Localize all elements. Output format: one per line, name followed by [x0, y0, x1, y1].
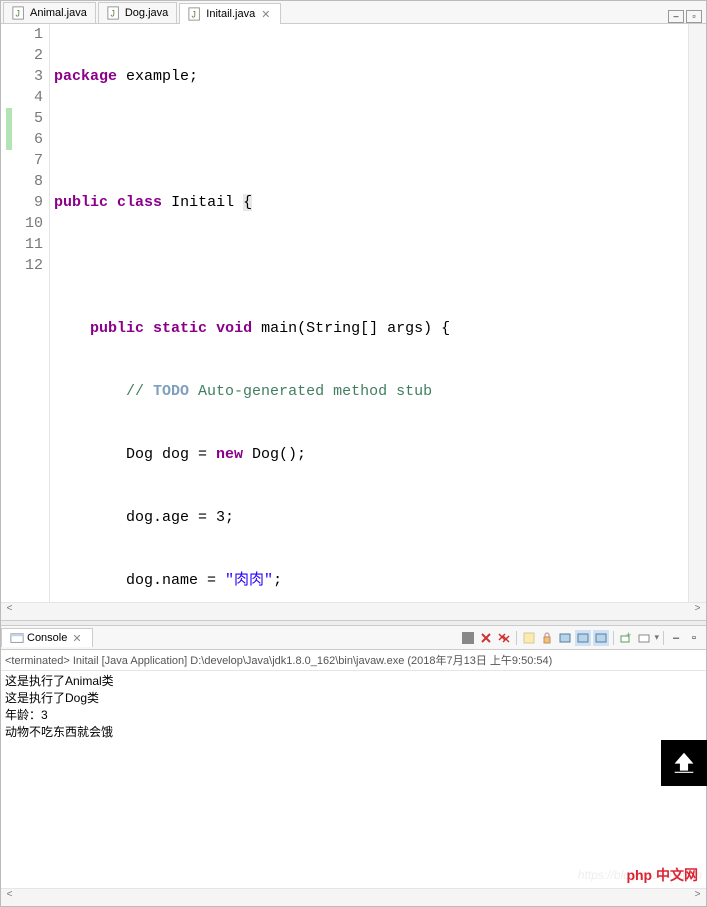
console-view: Console ✕ + ▾ – ▫ <terminated> Initail […	[1, 626, 706, 906]
arrow-up-icon	[670, 749, 698, 777]
editor-tab-bar: J Animal.java J Dog.java J Initail.java …	[1, 1, 706, 24]
console-output[interactable]: 这是执行了Animal类 这是执行了Dog类 年龄：3 动物不吃东西就会饿 ht…	[1, 671, 706, 888]
terminate-button[interactable]	[460, 630, 476, 646]
java-file-icon: J	[188, 7, 202, 21]
scroll-left-icon[interactable]: <	[1, 889, 18, 906]
line-number-gutter: 123 456 789 101112	[17, 24, 49, 602]
code-content[interactable]: package example; public class Initail { …	[50, 24, 688, 602]
scroll-right-icon[interactable]: >	[689, 603, 706, 620]
vertical-scrollbar[interactable]	[688, 24, 706, 602]
java-file-icon: J	[107, 6, 121, 20]
output-line: 动物不吃东西就会饿	[5, 724, 702, 741]
console-toolbar: + ▾ – ▫	[460, 630, 706, 646]
tab-animal-java[interactable]: J Animal.java	[3, 2, 96, 23]
code-editor[interactable]: 123 456 789 101112 package example; publ…	[1, 24, 688, 602]
horizontal-scrollbar[interactable]: < >	[1, 602, 706, 620]
console-title-label: Console	[27, 632, 67, 644]
display-selected-button[interactable]	[575, 630, 591, 646]
remove-all-button[interactable]	[496, 630, 512, 646]
process-info: <terminated> Initail [Java Application] …	[1, 650, 706, 671]
show-console-menu-button[interactable]	[636, 630, 652, 646]
tab-label: Animal.java	[30, 7, 87, 19]
output-line: 这是执行了Dog类	[5, 690, 702, 707]
maximize-button[interactable]: ▫	[686, 10, 702, 23]
marker-bar	[1, 24, 17, 602]
maximize-view-button[interactable]: ▫	[686, 630, 702, 646]
java-file-icon: J	[12, 6, 26, 20]
scroll-top-button[interactable]	[661, 740, 707, 786]
console-icon	[10, 631, 24, 645]
console-scrollbar[interactable]: < >	[1, 888, 706, 906]
open-console-button[interactable]	[593, 630, 609, 646]
svg-text:J: J	[192, 10, 196, 20]
tab-initail-java[interactable]: J Initail.java ✕	[179, 3, 281, 24]
output-line: 年龄：3	[5, 707, 702, 724]
editor-area: 123 456 789 101112 package example; publ…	[1, 24, 706, 620]
minimize-button[interactable]: –	[668, 10, 684, 23]
tab-label: Dog.java	[125, 7, 168, 19]
svg-text:+: +	[626, 632, 631, 640]
scroll-track[interactable]	[18, 603, 689, 620]
new-console-button[interactable]: +	[618, 630, 634, 646]
close-icon[interactable]: ✕	[70, 632, 83, 645]
clear-console-button[interactable]	[521, 630, 537, 646]
pin-console-button[interactable]	[557, 630, 573, 646]
scroll-left-icon[interactable]: <	[1, 603, 18, 620]
console-tab-bar: Console ✕ + ▾ – ▫	[1, 626, 706, 650]
remove-launch-button[interactable]	[478, 630, 494, 646]
scroll-right-icon[interactable]: >	[689, 889, 706, 906]
close-icon[interactable]: ✕	[259, 8, 272, 21]
window-controls: – ▫	[664, 10, 706, 23]
output-line: 这是执行了Animal类	[5, 673, 702, 690]
svg-text:J: J	[16, 9, 20, 19]
site-logo: php 中文网	[626, 867, 698, 884]
method-marker-icon	[1, 108, 17, 129]
minimize-view-button[interactable]: –	[668, 630, 684, 646]
console-tab[interactable]: Console ✕	[1, 628, 93, 647]
hint-marker-icon	[1, 129, 17, 150]
tab-dog-java[interactable]: J Dog.java	[98, 2, 177, 23]
svg-text:J: J	[110, 9, 114, 19]
tab-label: Initail.java	[206, 8, 255, 20]
scroll-lock-button[interactable]	[539, 630, 555, 646]
